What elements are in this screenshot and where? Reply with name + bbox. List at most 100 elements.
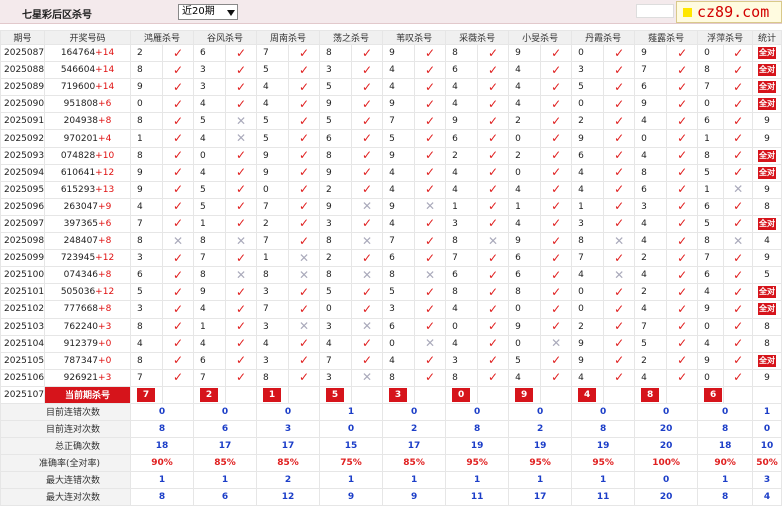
kill-number: 3 — [256, 283, 290, 302]
kill-number: 4 — [382, 351, 416, 370]
draw-sum: +8 — [98, 236, 112, 247]
result-cell: ✓ — [225, 283, 258, 302]
logo[interactable]: cz89.com — [676, 1, 782, 23]
summary-value: 0 — [382, 402, 447, 421]
draw-digits: 074346 — [63, 270, 99, 281]
result-cell: ✓ — [225, 43, 258, 63]
kill-number: 7 — [256, 232, 290, 251]
period-cell: 2025099 — [0, 249, 45, 268]
result-cell: ✓ — [723, 197, 754, 216]
check-icon: ✓ — [488, 62, 499, 77]
summary-label: 目前连对次数 — [0, 419, 131, 438]
empty-cell — [723, 385, 754, 404]
check-icon: ✓ — [362, 284, 373, 299]
kill-number: 4 — [445, 300, 479, 319]
kill-number: 9 — [634, 43, 668, 63]
result-cell: ✓ — [723, 78, 754, 97]
period-select[interactable]: 近20期 — [178, 4, 238, 20]
column-header: 开奖号码 — [44, 30, 131, 45]
check-icon: ✓ — [551, 199, 562, 214]
check-icon: ✓ — [677, 113, 688, 128]
check-icon: ✓ — [172, 79, 184, 94]
result-cell: ✓ — [225, 317, 258, 336]
result-cell: ✓ — [477, 78, 510, 97]
kill-number: 5 — [508, 351, 542, 370]
summary-value: 75% — [319, 453, 384, 472]
result-cell: ✓ — [723, 95, 754, 114]
kill-number: 9 — [256, 163, 290, 182]
result-cell: ✕ — [414, 334, 447, 353]
check-icon: ✓ — [362, 113, 373, 128]
check-icon: ✓ — [733, 250, 744, 265]
cross-icon: ✕ — [362, 267, 373, 282]
summary-value: 12 — [256, 487, 321, 506]
result-cell: ✓ — [666, 146, 699, 165]
kill-number: 4 — [571, 163, 605, 182]
result-cell: ✓ — [161, 129, 195, 148]
current-kill-cell: 0 — [445, 385, 479, 404]
result-cell: ✓ — [351, 146, 384, 165]
result-cell: ✓ — [540, 249, 573, 268]
result-cell: ✓ — [723, 146, 754, 165]
cross-icon: ✕ — [362, 199, 373, 214]
draw-sum: +9 — [98, 201, 112, 212]
summary-value: 9 — [319, 487, 384, 506]
summary-label: 最大连对次数 — [0, 487, 131, 506]
kill-number: 4 — [382, 180, 416, 199]
kill-number: 8 — [130, 351, 163, 370]
kill-number: 9 — [319, 163, 353, 182]
table-row: 2025101 505036+12 5 ✓ 9 ✓ 3 ✓ 5 ✓ 5 ✓ 8 ✓ 8 ✓ 0 ✓ 2 ✓ 4 ✓ 全对 — [0, 283, 782, 302]
kill-number: 1 — [193, 317, 227, 336]
result-cell: ✓ — [225, 95, 258, 114]
kill-number: 4 — [382, 214, 416, 234]
kill-number: 3 — [319, 317, 353, 336]
check-icon: ✓ — [733, 62, 744, 77]
kill-number: 4 — [697, 283, 725, 302]
draw-sum: +0 — [98, 355, 112, 366]
kill-number: 8 — [382, 266, 416, 285]
check-icon: ✓ — [488, 319, 499, 334]
result-cell: ✓ — [540, 129, 573, 148]
check-icon: ✓ — [551, 148, 562, 163]
kill-number: 8 — [508, 283, 542, 302]
check-icon: ✓ — [614, 165, 625, 180]
kill-number: 1 — [256, 249, 290, 268]
check-icon: ✓ — [614, 250, 625, 265]
check-icon: ✓ — [172, 336, 184, 351]
draw-cell: 719600+14 — [44, 78, 131, 97]
check-icon: ✓ — [425, 370, 436, 385]
summary-row: 目前连错次数 0 0 0 1 0 0 0 0 0 0 1 — [0, 402, 782, 421]
check-icon: ✓ — [488, 96, 499, 111]
table-row: 2025087 164764+14 2 ✓ 6 ✓ 7 ✓ 8 ✓ 9 ✓ 8 ✓ 9 ✓ 0 ✓ 9 ✓ 0 ✓ 全对 — [0, 43, 782, 63]
result-cell: ✓ — [603, 214, 636, 234]
summary-value: 11 — [571, 487, 636, 506]
check-icon: ✓ — [733, 284, 744, 299]
summary-value: 0 — [508, 402, 573, 421]
draw-cell: 951808+6 — [44, 95, 131, 114]
kill-number: 2 — [634, 351, 668, 370]
current-kill-cell: 9 — [508, 385, 542, 404]
check-icon: ✓ — [299, 182, 310, 197]
summary-row: 最大连错次数 1 1 2 1 1 1 1 1 0 1 3 — [0, 470, 782, 489]
check-icon: ✓ — [425, 148, 436, 163]
kill-number: 9 — [508, 232, 542, 251]
check-icon: ✓ — [733, 165, 744, 180]
result-cell: ✕ — [477, 232, 510, 251]
kill-number: 6 — [571, 146, 605, 165]
check-icon: ✓ — [235, 62, 247, 77]
column-header: 采薇杀号 — [445, 30, 510, 45]
current-label: 当前期杀号 — [44, 385, 131, 404]
result-cell: ✓ — [351, 95, 384, 114]
result-cell: ✓ — [540, 146, 573, 165]
kill-number: 3 — [571, 61, 605, 80]
result-cell: ✓ — [288, 146, 321, 165]
kill-number: 7 — [634, 317, 668, 336]
result-cell: ✓ — [288, 112, 321, 131]
kill-number: 0 — [697, 43, 725, 63]
result-cell: ✓ — [540, 214, 573, 234]
result-cell: ✓ — [414, 61, 447, 80]
kill-number: 7 — [256, 43, 290, 63]
draw-sum: +14 — [95, 48, 115, 59]
result-cell: ✓ — [723, 300, 754, 319]
check-icon: ✓ — [488, 370, 499, 385]
